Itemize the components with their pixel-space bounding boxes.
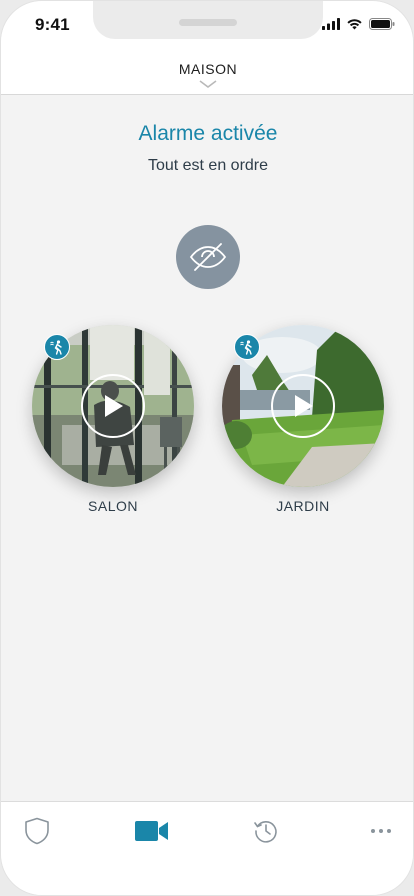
status-time: 9:41 (35, 15, 70, 34)
play-icon (295, 395, 313, 417)
history-icon (254, 821, 277, 843)
motion-sensor-icon (240, 340, 252, 355)
camera-label-jardin: JARDIN (276, 498, 330, 514)
motion-sensor-badge-jardin (234, 334, 260, 360)
device-notch (93, 1, 323, 39)
video-camera-icon (135, 821, 168, 841)
tab-cameras[interactable] (135, 816, 169, 846)
play-icon (105, 395, 123, 417)
chevron-down-icon[interactable] (199, 80, 217, 88)
cellular-signal-icon (322, 18, 340, 30)
location-header[interactable]: MAISON (1, 45, 413, 95)
bottom-tab-bar (1, 801, 413, 881)
home-indicator-area (1, 881, 413, 895)
alarm-status-title: Alarme activée (138, 122, 278, 145)
notch-speaker (179, 19, 237, 26)
play-button-jardin[interactable] (271, 374, 335, 438)
play-button-salon[interactable] (81, 374, 145, 438)
location-title[interactable]: MAISON (1, 61, 413, 77)
eye-off-icon (189, 243, 227, 271)
phone-screen: 9:41 MAISON Alarme activée Tout est en o… (0, 0, 414, 896)
privacy-mode-button[interactable] (176, 225, 240, 289)
alarm-status-subtitle: Tout est en ordre (147, 157, 269, 174)
shield-icon (25, 817, 49, 845)
battery-icon (369, 18, 395, 30)
motion-sensor-badge-salon (44, 334, 70, 360)
status-icons (322, 16, 395, 32)
wifi-icon (347, 19, 362, 30)
status-bar: 9:41 (1, 1, 413, 45)
tab-more[interactable] (368, 816, 394, 846)
more-dots-icon (371, 829, 391, 833)
tab-history[interactable] (252, 816, 280, 846)
tab-alarm[interactable] (21, 816, 53, 846)
motion-sensor-icon (50, 340, 62, 355)
camera-label-salon: SALON (88, 498, 138, 514)
